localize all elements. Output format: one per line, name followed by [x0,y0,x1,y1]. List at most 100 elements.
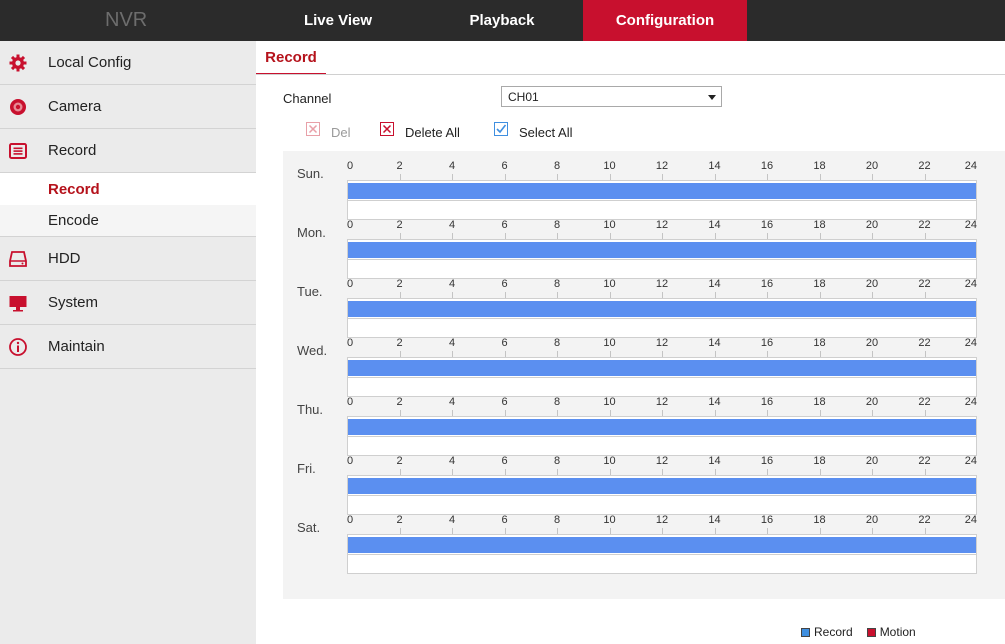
tick-label: 8 [553,219,561,231]
tick-label: 12 [655,219,669,231]
tick-label: 6 [501,337,508,349]
tick-label: 6 [501,160,508,172]
day-row: Tue. 0 2 4 6 8 10 12 14 16 18 20 22 24 [283,269,1005,338]
sidebar-item-label: HDD [48,250,81,267]
tick-label: 4 [448,278,456,290]
tick-label: 18 [813,396,826,408]
tick-label: 24 [964,219,977,231]
record-time-segment[interactable] [348,478,976,494]
sidebar-item-system[interactable]: System [0,281,256,325]
record-time-segment[interactable] [348,360,976,376]
legend: Record Motion [801,625,930,639]
record-time-segment[interactable] [348,419,976,435]
del-label: Del [331,124,351,140]
sidebar-item-label: Camera [48,98,102,115]
tick-label: 14 [708,514,721,526]
tick-label: 6 [501,219,508,231]
tick-label: 22 [918,396,931,408]
tick-label: 8 [553,160,561,172]
record-time-segment[interactable] [348,242,976,258]
legend-item-motion: Motion [866,625,916,639]
tick-label: 14 [708,278,721,290]
sidebar-item-record[interactable]: Record [0,129,256,173]
tick-label: 2 [396,455,403,467]
tick-label: 16 [760,514,774,526]
sidebar-item-label: Record [48,142,97,159]
tick-label: 14 [708,455,721,467]
sidebar-item-local-config[interactable]: Local Config [0,41,256,85]
track-divider [348,436,976,437]
record-time-segment[interactable] [348,537,976,553]
tick-label: 22 [918,160,931,172]
checkbox-icon [494,122,508,136]
hdd-icon [8,249,28,269]
monitor-icon [8,293,28,313]
channel-value: CH01 [508,89,539,104]
tick-label: 16 [760,219,774,231]
track-divider [348,554,976,555]
day-row: Fri. 0 2 4 6 8 10 12 14 16 18 20 22 24 [283,446,1005,515]
main-panel: Record Channel CH01 Del Delete All Selec… [256,41,1005,644]
tick-label: 4 [448,514,456,526]
select-all-label: Select All [519,124,573,140]
tab-live-view[interactable]: Live View [256,0,420,41]
tick-label: 12 [655,396,669,408]
tick-label: 14 [708,396,721,408]
tick-label: 24 [964,396,977,408]
tick-label: 8 [553,278,561,290]
select-all-button[interactable]: Select All [494,121,572,143]
tab-playback[interactable]: Playback [420,0,584,41]
day-row: Sat. 0 2 4 6 8 10 12 14 16 18 20 22 24 [283,505,1005,574]
sidebar-item-camera[interactable]: Camera [0,85,256,129]
sidebar-item-hdd[interactable]: HDD [0,237,256,281]
tick-label: 10 [603,337,616,349]
sidebar: Local Config Camera Record Record Encode [0,41,256,644]
tick-label: 22 [918,219,931,231]
del-button[interactable]: Del [306,121,351,143]
sidebar-subitem-record[interactable]: Record [0,173,256,205]
day-label: Sat. [297,520,321,535]
day-label: Thu. [297,402,324,417]
tick-label: 16 [760,455,774,467]
sidebar-subitem-encode[interactable]: Encode [0,205,256,237]
tick-label: 14 [708,160,721,172]
tick-label: 22 [918,337,931,349]
tick-label: 20 [865,337,879,349]
tick-label: 20 [865,455,879,467]
tick-label: 18 [813,160,826,172]
day-row: Mon. 0 2 4 6 8 10 12 14 16 18 20 22 24 [283,210,1005,279]
record-time-segment[interactable] [348,183,976,199]
tick-label: 24 [964,514,977,526]
sidebar-item-label: Local Config [48,54,132,71]
schedule-track[interactable] [347,534,977,574]
day-row: Wed. 0 2 4 6 8 10 12 14 16 18 20 22 24 [283,328,1005,397]
tick-label: 0 [347,337,354,349]
tick-label: 12 [655,337,669,349]
record-time-segment[interactable] [348,301,976,317]
delete-all-button[interactable]: Delete All [380,121,460,143]
tab-configuration[interactable]: Configuration [583,0,747,41]
track-divider [348,495,976,496]
track-divider [348,259,976,260]
tick-label: 20 [865,160,879,172]
tab-record[interactable]: Record [256,41,326,75]
tick-label: 0 [347,219,354,231]
tick-label: 22 [918,278,931,290]
day-row: Sun. 0 2 4 6 8 10 12 14 16 18 20 22 24 [283,151,1005,220]
tick-label: 6 [501,278,508,290]
channel-select[interactable]: CH01 [501,86,722,107]
day-label: Tue. [297,284,323,299]
tick-label: 24 [964,160,977,172]
tick-label: 12 [655,160,669,172]
tick-label: 24 [964,337,977,349]
tick-label: 8 [553,396,561,408]
track-divider [348,377,976,378]
track-divider [348,200,976,201]
tick-label: 2 [396,337,403,349]
tick-label: 4 [448,219,456,231]
tick-label: 16 [760,278,774,290]
tick-label: 4 [448,396,456,408]
tick-label: 18 [813,455,826,467]
sidebar-item-maintain[interactable]: Maintain [0,325,256,369]
tick-label: 6 [501,514,508,526]
